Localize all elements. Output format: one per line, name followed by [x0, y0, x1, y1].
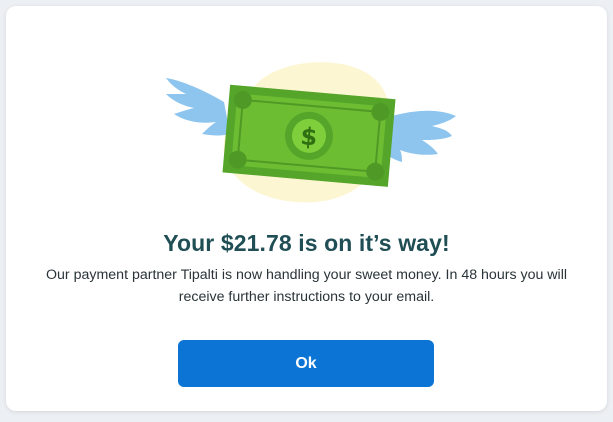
dialog-title: Your $21.78 is on it’s way! [163, 230, 450, 256]
svg-text:$: $ [299, 122, 318, 151]
money-bill-icon: $ [222, 84, 396, 187]
ok-button[interactable]: Ok [178, 340, 434, 387]
flying-money-illustration: $ [156, 56, 466, 216]
dialog-message: Our payment partner Tipalti is now handl… [46, 267, 567, 305]
flying-money-icon: $ [166, 62, 456, 203]
left-wing-icon [166, 78, 230, 136]
payout-dialog: $ Your $21.78 is on it’s way! Our paymen… [6, 6, 607, 411]
right-wing-icon [384, 110, 456, 162]
